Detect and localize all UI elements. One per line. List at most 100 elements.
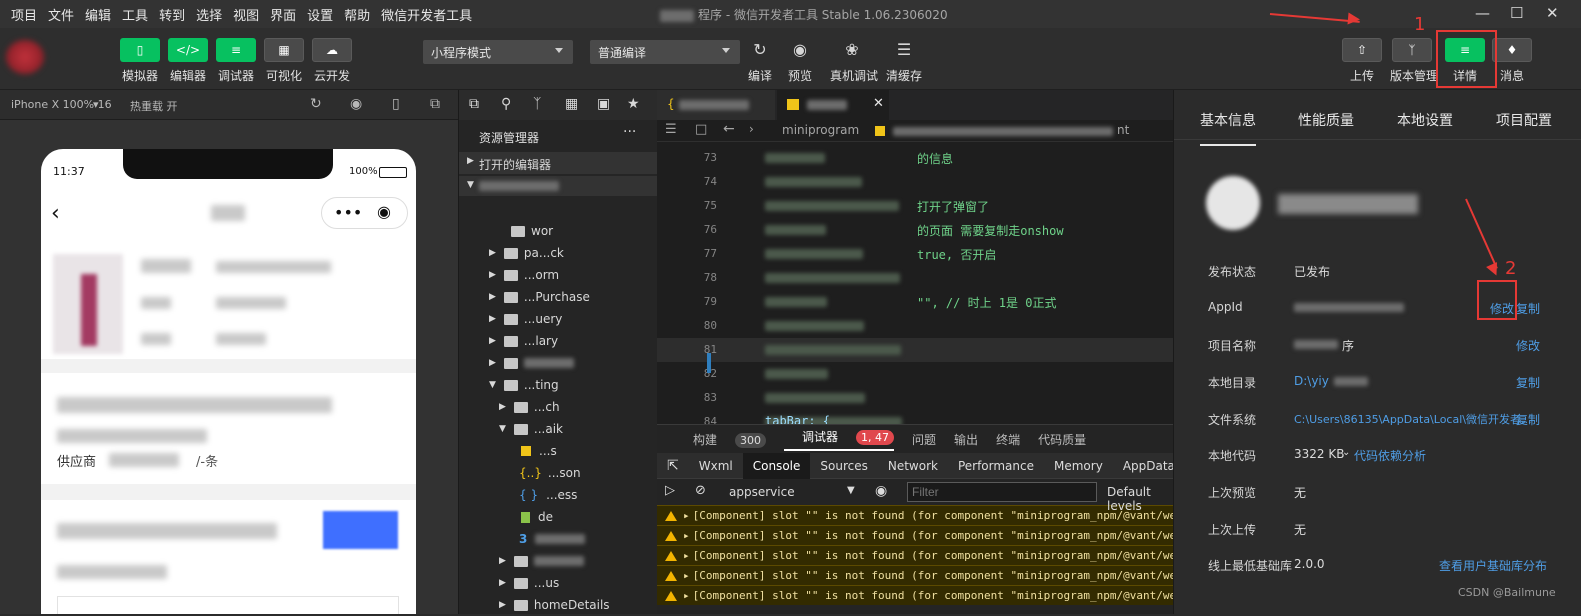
tab-wxml[interactable]: Wxml bbox=[689, 453, 743, 479]
search-icon[interactable]: ⚲ bbox=[501, 96, 511, 112]
filesystem-link[interactable]: C:\Users\86135\AppData\Local\微信开发者... bbox=[1294, 411, 1531, 427]
visual-button[interactable]: ▦ 可视化 bbox=[262, 38, 306, 84]
menu-select[interactable]: 选择 bbox=[196, 5, 222, 24]
copy-appid-link[interactable]: 复制 bbox=[1516, 300, 1540, 317]
cloud-button[interactable]: ☁ 云开发 bbox=[310, 38, 354, 84]
code-line[interactable]: 78 bbox=[657, 266, 1173, 290]
code-line[interactable]: 81 bbox=[657, 338, 1173, 362]
list-icon[interactable]: ☰ bbox=[665, 122, 677, 137]
sidebar-toggle-icon[interactable]: ▷ bbox=[665, 483, 675, 498]
tree-item[interactable]: ▼ ...aik bbox=[499, 418, 563, 440]
more-icon[interactable]: ··· bbox=[623, 124, 636, 140]
filter-input[interactable] bbox=[907, 482, 1097, 502]
tab-console[interactable]: Console bbox=[742, 452, 811, 479]
preview-button[interactable]: ◉ 预览 bbox=[778, 38, 822, 84]
menu-help[interactable]: 帮助 bbox=[344, 5, 370, 24]
tab-output[interactable]: 输出 bbox=[954, 431, 978, 448]
close-icon[interactable]: ✕ bbox=[873, 96, 884, 111]
action-button[interactable] bbox=[323, 511, 398, 549]
code-line[interactable]: 79 "", // 时上 1是 0正式 bbox=[657, 290, 1173, 314]
tab-terminal[interactable]: 终端 bbox=[996, 431, 1020, 448]
bookmark-icon[interactable]: □ bbox=[695, 122, 707, 137]
menu-interface[interactable]: 界面 bbox=[270, 5, 296, 24]
mode-select[interactable]: 小程序模式 bbox=[423, 40, 573, 64]
stop-icon[interactable]: ◉ bbox=[350, 96, 362, 112]
tree-item[interactable]: ▶ ...ch bbox=[499, 396, 560, 418]
clear-cache-button[interactable]: ☰ 清缓存 bbox=[882, 38, 926, 84]
modify-name-link[interactable]: 修改 bbox=[1516, 337, 1540, 354]
tab-local-settings[interactable]: 本地设置 bbox=[1397, 110, 1453, 130]
docker-icon[interactable]: ★ bbox=[627, 96, 640, 112]
menu-wechat-devtools[interactable]: 微信开发者工具 bbox=[381, 5, 472, 24]
extensions-icon[interactable]: ▦ bbox=[565, 96, 578, 112]
project-root[interactable]: ▼ bbox=[459, 176, 658, 196]
editor-button[interactable]: </> 编辑器 bbox=[166, 38, 210, 84]
menu-view[interactable]: 视图 bbox=[233, 5, 259, 24]
box-icon[interactable]: ▣ bbox=[597, 96, 610, 112]
tree-item[interactable]: ▶ homeDetails bbox=[499, 594, 610, 616]
remote-debug-button[interactable]: ❀ 真机调试 bbox=[830, 38, 878, 84]
popout-icon[interactable]: ⧉ bbox=[430, 96, 440, 112]
tree-item[interactable]: de bbox=[521, 506, 553, 528]
refresh-icon[interactable]: ↻ bbox=[310, 96, 322, 112]
compile-select[interactable]: 普通编译 bbox=[590, 40, 740, 64]
tab-memory[interactable]: Memory bbox=[1044, 453, 1113, 479]
dependency-analysis-link[interactable]: 代码依赖分析 bbox=[1354, 447, 1426, 464]
tree-item[interactable]: ▶ bbox=[489, 352, 574, 374]
code-line[interactable]: 83 bbox=[657, 386, 1173, 410]
back-icon[interactable]: ← bbox=[723, 121, 735, 137]
git-icon[interactable]: ᛉ bbox=[533, 96, 541, 112]
menu-edit[interactable]: 编辑 bbox=[85, 5, 111, 24]
menu-settings[interactable]: 设置 bbox=[307, 5, 333, 24]
version-button[interactable]: ᛉ 版本管理 bbox=[1390, 38, 1438, 84]
inspect-icon[interactable]: ⇱ bbox=[657, 453, 689, 479]
tree-item[interactable]: ▶ pa...ck bbox=[489, 242, 564, 264]
menu-project[interactable]: 项目 bbox=[11, 5, 37, 24]
tree-item[interactable]: {..} ...son bbox=[519, 462, 581, 484]
code-line[interactable]: 73 的信息 bbox=[657, 146, 1173, 170]
hot-reload-toggle[interactable]: 热重载 开 bbox=[130, 98, 178, 114]
upload-button[interactable]: ⇧ 上传 bbox=[1340, 38, 1384, 84]
minimize-icon[interactable]: — bbox=[1475, 4, 1490, 22]
maximize-icon[interactable]: ☐ bbox=[1510, 4, 1523, 22]
code-line[interactable]: 82 bbox=[657, 362, 1173, 386]
menu-file[interactable]: 文件 bbox=[48, 5, 74, 24]
levels-select[interactable]: Default levels bbox=[1107, 485, 1173, 513]
phone-icon[interactable]: ▯ bbox=[392, 96, 400, 112]
lib-distribution-link[interactable]: 查看用户基础库分布 bbox=[1439, 557, 1547, 574]
debugger-button[interactable]: ≡ 调试器 bbox=[214, 38, 258, 84]
code-line[interactable]: 80 bbox=[657, 314, 1173, 338]
tree-item[interactable]: ▶ ...orm bbox=[489, 264, 559, 286]
tab-code-quality[interactable]: 代码质量 bbox=[1038, 431, 1086, 448]
tab-build[interactable]: 构建 300 bbox=[675, 431, 767, 448]
tab-network[interactable]: Network bbox=[878, 453, 948, 479]
open-editors-section[interactable]: ▶ 打开的编辑器 bbox=[459, 152, 658, 174]
menu-tools[interactable]: 工具 bbox=[122, 5, 148, 24]
tree-item[interactable]: ▶ bbox=[499, 550, 584, 572]
tree-item[interactable]: { } ...ess bbox=[519, 484, 577, 506]
eye-icon[interactable]: ◉ bbox=[875, 483, 887, 499]
code-line[interactable]: 74 bbox=[657, 170, 1173, 194]
editor-tab[interactable]: { bbox=[657, 90, 775, 120]
back-icon[interactable]: ‹ bbox=[51, 201, 60, 226]
copy-dir-link[interactable]: 复制 bbox=[1516, 374, 1540, 391]
tree-item[interactable]: ▶ ...us bbox=[499, 572, 559, 594]
context-select[interactable]: appservice bbox=[729, 485, 795, 499]
menu-goto[interactable]: 转到 bbox=[159, 5, 185, 24]
tab-sources[interactable]: Sources bbox=[810, 453, 877, 479]
chevron-down-icon[interactable]: ⌄ bbox=[1342, 447, 1350, 458]
tree-item[interactable]: ▼ ...ting bbox=[489, 374, 559, 396]
close-icon[interactable]: ✕ bbox=[1546, 4, 1559, 22]
code-line[interactable]: 75 打开了弹窗了 bbox=[657, 194, 1173, 218]
tree-item[interactable]: ▶ ...uery bbox=[489, 308, 562, 330]
tree-item[interactable]: ...s bbox=[521, 440, 557, 462]
tab-performance[interactable]: Performance bbox=[948, 453, 1044, 479]
copy-fs-link[interactable]: 复制 bbox=[1516, 411, 1540, 428]
tab-debugger[interactable]: 调试器 1, 47 bbox=[784, 428, 895, 451]
tab-performance-quality[interactable]: 性能质量 bbox=[1298, 110, 1354, 130]
tab-basic-info[interactable]: 基本信息 bbox=[1200, 110, 1256, 146]
capsule-menu[interactable]: ••• ◉ bbox=[321, 197, 408, 229]
tree-item[interactable]: 3 bbox=[519, 528, 586, 550]
compile-button[interactable]: ↻ 编译 bbox=[738, 38, 782, 84]
more-icon[interactable]: ••• bbox=[334, 203, 362, 222]
